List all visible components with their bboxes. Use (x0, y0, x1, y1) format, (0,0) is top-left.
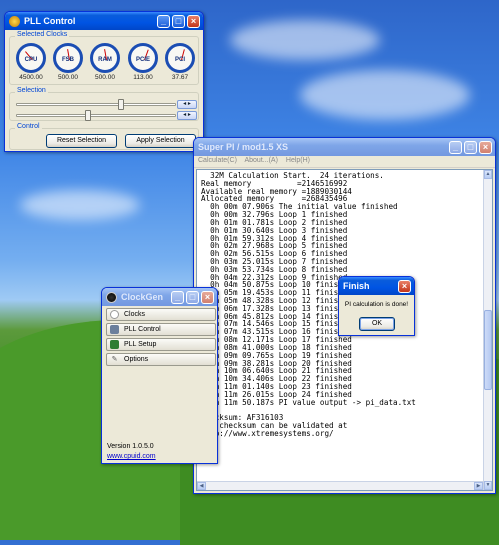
clockgen-item-options[interactable]: ✎ Options (106, 353, 216, 366)
clockgen-item-pll-control[interactable]: PLL Control (106, 323, 216, 336)
vertical-scrollbar[interactable]: ▲ ▼ (483, 170, 492, 490)
close-button[interactable]: × (201, 290, 214, 304)
close-button[interactable]: × (187, 14, 200, 28)
selection-slider-1[interactable] (16, 103, 176, 106)
pll-control-titlebar[interactable]: PLL Control _ □ × (5, 12, 203, 30)
pll-icon (110, 325, 119, 334)
clockgen-window: ClockGen _ □ × Clocks PLL Control PLL Se… (101, 287, 218, 464)
gauge-value: 113.00 (133, 74, 153, 81)
finish-titlebar[interactable]: Finish × (339, 277, 414, 295)
superpi-menubar: Calculate(C) About...(A) Help(H) (194, 156, 495, 168)
pll-control-title: PLL Control (24, 16, 76, 26)
gauge-pci: PCI 37.67 (163, 43, 197, 81)
gauge-label: FSB (62, 57, 74, 63)
pll-control-window: PLL Control _ □ × Selected Clocks CPU 45… (4, 11, 204, 152)
gauge-label: PCI (174, 57, 185, 63)
gauge-label: RAM (98, 57, 112, 63)
clockgen-item-label: Options (124, 356, 149, 363)
gauge-value: 4500.00 (19, 74, 43, 81)
clockgen-item-label: PLL Setup (124, 341, 157, 348)
selection-spin-2[interactable]: ◂ ▸ (177, 111, 197, 120)
gauge-value: 500.00 (58, 74, 78, 81)
maximize-button[interactable]: □ (464, 140, 477, 154)
selection-slider-1-thumb[interactable] (118, 99, 124, 110)
minimize-button[interactable]: _ (171, 290, 184, 304)
scroll-thumb[interactable] (484, 310, 492, 390)
finish-dialog: Finish × PI calculation is done! OK (338, 276, 415, 336)
cpu-gauge-dial: CPU (16, 43, 46, 73)
finish-title: Finish (343, 281, 370, 291)
maximize-button[interactable]: □ (186, 290, 199, 304)
clockgen-title: ClockGen (121, 292, 164, 302)
clock-icon (110, 310, 119, 319)
selected-clocks-label: Selected Clocks (15, 31, 70, 38)
apply-selection-button[interactable]: Apply Selection (125, 134, 196, 148)
selection-slider-2-thumb[interactable] (85, 110, 91, 121)
gauge-value: 500.00 (95, 74, 115, 81)
gauge-value: 37.67 (171, 74, 189, 81)
pcie-gauge-dial: PCIE (128, 43, 158, 73)
menu-about[interactable]: About...(A) (244, 157, 277, 164)
chip-icon (110, 340, 119, 349)
output-line: 0h 11m 50.187s PI value output -> pi_dat… (201, 397, 416, 407)
gauge-pcie: PCIE 113.00 (126, 43, 160, 81)
pll-app-icon (9, 15, 20, 27)
gauge-cpu: CPU 4500.00 (14, 43, 48, 81)
clockgen-item-pll-setup[interactable]: PLL Setup (106, 338, 216, 351)
selection-group: Selection ◂ ▸ ◂ ▸ (9, 87, 199, 121)
gauge-label: CPU (24, 57, 38, 63)
maximize-button[interactable]: □ (172, 14, 185, 28)
ok-button[interactable]: OK (359, 317, 395, 331)
control-group: Control Reset Selection Apply Selection (9, 123, 199, 150)
close-button[interactable]: × (479, 140, 492, 154)
reset-selection-button[interactable]: Reset Selection (46, 134, 117, 148)
clockgen-item-label: PLL Control (124, 326, 161, 333)
ram-gauge-dial: RAM (90, 43, 120, 73)
clockgen-item-clocks[interactable]: Clocks (106, 308, 216, 321)
control-label: Control (15, 123, 42, 130)
selection-slider-2[interactable] (16, 114, 176, 117)
selected-clocks-group: Selected Clocks CPU 4500.00 FSB 500.00 R… (9, 31, 199, 85)
scroll-down-arrow[interactable]: ▼ (484, 481, 492, 490)
scroll-up-arrow[interactable]: ▲ (484, 170, 492, 179)
finish-message: PI calculation is done! (344, 301, 409, 308)
minimize-button[interactable]: _ (157, 14, 170, 28)
gauge-fsb: FSB 500.00 (51, 43, 85, 81)
selection-spin-1[interactable]: ◂ ▸ (177, 100, 197, 109)
clockgen-app-icon (106, 291, 117, 303)
gauge-label: PCIE (135, 57, 150, 63)
superpi-titlebar[interactable]: Super PI / mod1.5 XS _ □ × (194, 138, 495, 156)
scroll-left-arrow[interactable]: ◀ (197, 482, 206, 490)
wrench-icon: ✎ (111, 356, 118, 363)
menu-help[interactable]: Help(H) (286, 157, 310, 164)
scroll-right-arrow[interactable]: ▶ (474, 482, 483, 490)
clockgen-titlebar[interactable]: ClockGen _ □ × (102, 288, 217, 306)
gauge-ram: RAM 500.00 (88, 43, 122, 81)
minimize-button[interactable]: _ (449, 140, 462, 154)
output-line: http://www.xtremesystems.org/ (201, 428, 334, 438)
pci-gauge-dial: PCI (165, 43, 195, 73)
clockgen-item-label: Clocks (124, 311, 146, 318)
superpi-title: Super PI / mod1.5 XS (198, 142, 289, 152)
clockgen-version: Version 1.0.5.0 (107, 443, 154, 450)
fsb-gauge-dial: FSB (53, 43, 83, 73)
selection-label: Selection (15, 87, 48, 94)
close-button[interactable]: × (398, 279, 411, 293)
cpuid-link[interactable]: www.cpuid.com (107, 453, 156, 460)
horizontal-scrollbar[interactable]: ◀ ▶ (197, 481, 483, 490)
menu-calculate[interactable]: Calculate(C) (198, 157, 237, 164)
